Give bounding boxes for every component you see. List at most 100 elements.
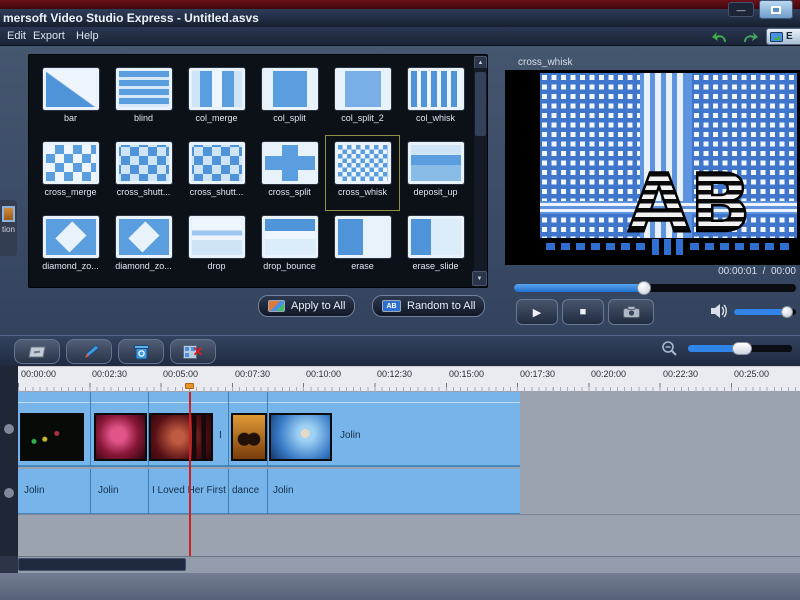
transition-item-cross-shutter-2[interactable]: cross_shutt...: [180, 136, 253, 210]
title-clip[interactable]: dance: [232, 485, 266, 496]
undo-icon[interactable]: [710, 29, 730, 45]
video-track[interactable]: I Jolin: [18, 392, 520, 467]
playhead-line[interactable]: [189, 392, 191, 556]
ruler-tick-label: 00:22:30: [663, 369, 698, 379]
timeline-zoom-thumb[interactable]: [732, 342, 752, 355]
ruler-tick-label: 00:25:00: [734, 369, 769, 379]
cut-clip-button[interactable]: [14, 339, 60, 364]
volume-thumb[interactable]: [781, 306, 793, 318]
transition-item-cross-split[interactable]: cross_split: [253, 136, 326, 210]
transition-label: diamond_zo...: [115, 261, 172, 271]
transition-label: cross_split: [268, 187, 311, 197]
transition-item-diamond-zoom-1[interactable]: diamond_zo...: [34, 210, 107, 284]
ruler-tick-label: 00:02:30: [92, 369, 127, 379]
transition-item-cross-shutter-1[interactable]: cross_shutt...: [107, 136, 180, 210]
volume-slider[interactable]: [734, 309, 796, 315]
video-track-icon: [4, 424, 14, 434]
transition-thumbnail-icon: [189, 142, 245, 184]
title-clip[interactable]: Jolin: [98, 485, 119, 496]
svg-text:AB: AB: [628, 157, 751, 250]
playhead-marker[interactable]: [185, 383, 194, 389]
export-screen-icon: [770, 32, 783, 42]
transition-item-deposit-up[interactable]: deposit_up: [399, 136, 472, 210]
transition-thumbnail-icon: [116, 68, 172, 110]
transition-item-erase[interactable]: erase: [326, 210, 399, 284]
sidebar-tab-transition[interactable]: tion: [0, 200, 17, 256]
transition-item-diamond-zoom-2[interactable]: diamond_zo...: [107, 210, 180, 284]
delete-clip-button[interactable]: [118, 339, 164, 364]
export-button[interactable]: E: [766, 28, 800, 45]
video-clip-thumbnail[interactable]: [94, 413, 147, 461]
title-track[interactable]: Jolin Jolin I Loved Her First dance Joli…: [18, 469, 520, 514]
transition-label: cross_merge: [44, 187, 96, 197]
export-button-label: E: [786, 31, 793, 42]
timeline-zoom-slider[interactable]: [688, 345, 792, 352]
transition-label: erase_slide: [412, 261, 458, 271]
transition-item-col-split-2[interactable]: col_split_2: [326, 62, 399, 136]
transition-item-cross-whisk-selected[interactable]: cross_whisk: [326, 136, 399, 210]
video-clip-thumbnail[interactable]: [149, 413, 213, 461]
transition-thumbnail-icon: [335, 68, 391, 110]
preview-clip-label: cross_whisk: [518, 57, 572, 68]
ruler-tick-label: 00:17:30: [520, 369, 555, 379]
track-header-column: [0, 366, 18, 556]
play-button[interactable]: ▶: [516, 299, 558, 325]
transition-thumbnail-icon: [43, 68, 99, 110]
transition-label: col_merge: [195, 113, 237, 123]
transition-label: col_split_2: [341, 113, 384, 123]
ruler-tick-label: 00:10:00: [306, 369, 341, 379]
transition-label: erase: [351, 261, 374, 271]
ruler-tick-label: 00:20:00: [591, 369, 626, 379]
transition-thumbnail-icon: [116, 142, 172, 184]
transition-thumbnail-icon: [335, 142, 391, 184]
delete-transition-button[interactable]: ✕: [170, 339, 216, 364]
transition-item-col-whisk[interactable]: col_whisk: [399, 62, 472, 136]
razor-icon: [27, 345, 47, 359]
transition-item-blind[interactable]: blind: [107, 62, 180, 136]
ruler-tick-label: 00:07:30: [235, 369, 270, 379]
video-clip-thumbnail[interactable]: [20, 413, 84, 461]
transition-label: deposit_up: [413, 187, 457, 197]
minimize-button[interactable]: —: [728, 2, 754, 17]
title-clip[interactable]: Jolin: [24, 485, 45, 496]
transition-label: cross_shutt...: [117, 187, 171, 197]
track-divider: [18, 514, 800, 515]
transition-item-col-split[interactable]: col_split: [253, 62, 326, 136]
transition-item-drop-bounce[interactable]: drop_bounce: [253, 210, 326, 284]
redo-icon[interactable]: [740, 29, 760, 45]
stop-button[interactable]: ■: [562, 299, 604, 325]
transition-item-erase-slide[interactable]: erase_slide: [399, 210, 472, 284]
seekbar-thumb[interactable]: [637, 281, 651, 295]
scroll-down-button[interactable]: ▼: [472, 271, 487, 286]
menu-export[interactable]: Export: [33, 30, 65, 42]
timecode-separator: /: [763, 266, 766, 277]
transition-item-cross-merge[interactable]: cross_merge: [34, 136, 107, 210]
transition-label: blind: [134, 113, 153, 123]
transition-thumbnail-icon: [43, 216, 99, 258]
menu-help[interactable]: Help: [76, 30, 99, 42]
transition-item-bar[interactable]: bar: [34, 62, 107, 136]
transition-item-drop[interactable]: drop: [180, 210, 253, 284]
arrow-down-icon: ▼: [477, 276, 483, 282]
title-clip[interactable]: Jolin: [273, 485, 294, 496]
timeline-tracks-area: I Jolin Jolin Jolin I Loved Her First da…: [18, 392, 800, 556]
preview-seekbar[interactable]: [514, 284, 796, 292]
zoom-out-icon[interactable]: [661, 340, 678, 357]
speaker-icon[interactable]: [710, 303, 728, 319]
video-clip-thumbnail[interactable]: [231, 413, 267, 461]
maximize-button[interactable]: [759, 0, 793, 19]
video-clip-label: Jolin: [340, 430, 361, 441]
random-to-all-button[interactable]: AB Random to All: [372, 295, 485, 317]
transitions-scrollbar-thumb[interactable]: [475, 72, 486, 136]
transition-thumbnail-icon: [335, 216, 391, 258]
edit-clip-button[interactable]: [66, 339, 112, 364]
apply-to-all-button[interactable]: Apply to All: [258, 295, 355, 317]
camera-icon: [623, 306, 640, 318]
transition-item-col-merge[interactable]: col_merge: [180, 62, 253, 136]
window-top-strip: [0, 0, 800, 9]
horizontal-scrollbar-thumb[interactable]: [18, 558, 186, 571]
snapshot-button[interactable]: [608, 299, 654, 325]
clip-boundary: [90, 469, 91, 514]
video-clip-thumbnail[interactable]: [269, 413, 332, 461]
menu-edit[interactable]: Edit: [7, 30, 26, 42]
